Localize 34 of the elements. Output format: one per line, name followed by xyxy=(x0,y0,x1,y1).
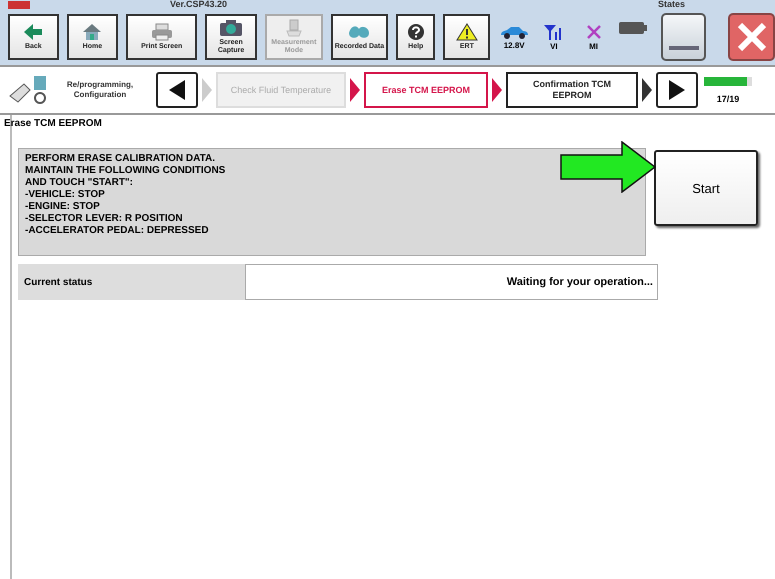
printer-icon xyxy=(150,23,174,41)
progress-bar xyxy=(704,76,752,86)
arrow-icon xyxy=(560,141,656,193)
back-arrow-icon xyxy=(22,23,44,41)
instructions-text: PERFORM ERASE CALIBRATION DATA. MAINTAIN THE FOLLOWING CONDITIONS AND TOUCH "START": -VEHICLE: STOP -ENGINE: STOP -SELECTOR LEVER: R POSITION -ACCELERATOR PEDAL: DEPRESSED xyxy=(18,148,646,256)
next-button[interactable] xyxy=(656,72,698,108)
warning-icon xyxy=(456,23,478,41)
house-icon xyxy=(81,23,104,41)
page-title: Erase TCM EEPROM xyxy=(4,117,103,131)
camera-icon xyxy=(219,19,244,37)
meter-icon xyxy=(284,19,304,37)
status-label: MI xyxy=(589,42,598,50)
status-label: 12.8V xyxy=(504,40,525,50)
close-icon xyxy=(736,21,768,53)
progress-label: 17/19 xyxy=(716,94,740,104)
states-label: States xyxy=(658,0,685,9)
logo-icon xyxy=(8,0,30,8)
cross-icon xyxy=(586,24,602,40)
left-triangle-icon xyxy=(167,79,187,101)
step-tab[interactable]: Confirmation TCM EEPROM xyxy=(506,72,638,108)
right-triangle-icon xyxy=(667,79,687,101)
car-icon xyxy=(499,24,530,38)
status-label: VI xyxy=(550,42,558,50)
close-button[interactable] xyxy=(728,13,775,61)
version-label: Ver.CSP43.20 xyxy=(170,0,228,9)
status-label: Current status xyxy=(18,264,245,300)
battery-icon xyxy=(619,22,648,34)
minimize-button[interactable] xyxy=(661,13,706,61)
step-tab[interactable]: Erase TCM EEPROM xyxy=(364,72,488,108)
start-button[interactable]: Start xyxy=(654,150,758,226)
status-value: Waiting for your operation... xyxy=(245,264,658,300)
previous-button[interactable] xyxy=(156,72,198,108)
help-icon xyxy=(406,23,425,41)
section-label: Re/programming, Configuration xyxy=(66,80,134,100)
